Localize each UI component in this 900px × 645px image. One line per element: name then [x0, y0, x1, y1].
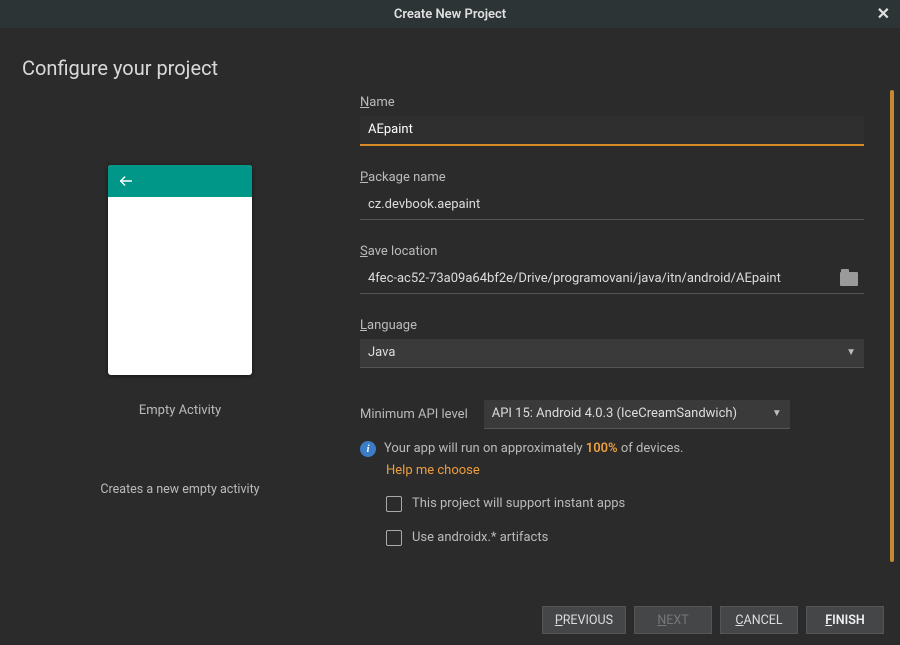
chevron-down-icon: ▼	[846, 347, 856, 358]
form-panel: Name AEpaint Package name cz.devbook.aep…	[360, 90, 900, 595]
language-select[interactable]: Java ▼	[360, 339, 864, 368]
window-title: Create New Project	[394, 7, 506, 22]
info-icon: i	[360, 441, 376, 457]
androidx-checkbox[interactable]	[386, 530, 402, 546]
preview-panel: Empty Activity Creates a new empty activ…	[0, 90, 360, 595]
instant-apps-checkbox[interactable]	[386, 496, 402, 512]
language-value: Java	[368, 345, 395, 360]
save-location-label: Save location	[360, 244, 864, 259]
cancel-button[interactable]: CANCEL	[720, 606, 798, 634]
previous-button[interactable]: PREVIOUS	[542, 606, 626, 634]
api-level-select[interactable]: API 15: Android 4.0.3 (IceCreamSandwich)…	[484, 400, 790, 429]
page-title: Configure your project	[0, 28, 900, 90]
phone-preview	[108, 165, 252, 375]
package-label: Package name	[360, 170, 864, 185]
window-titlebar: Create New Project ✕	[0, 0, 900, 28]
button-bar: PREVIOUS NEXT CANCEL FINISH	[0, 595, 900, 645]
preview-description: Creates a new empty activity	[100, 482, 259, 497]
phone-appbar	[108, 165, 252, 197]
help-me-choose-link[interactable]: Help me choose	[386, 463, 864, 478]
finish-button[interactable]: FINISH	[806, 606, 884, 634]
preview-title: Empty Activity	[139, 403, 221, 418]
package-input[interactable]: cz.devbook.aepaint	[360, 191, 864, 220]
api-level-value: API 15: Android 4.0.3 (IceCreamSandwich)	[492, 406, 737, 421]
api-info-text: Your app will run on approximately 100% …	[384, 439, 683, 459]
folder-icon[interactable]	[840, 272, 858, 286]
next-button: NEXT	[634, 606, 712, 634]
name-label: Name	[360, 95, 864, 110]
api-level-label: Minimum API level	[360, 407, 468, 422]
instant-apps-label: This project will support instant apps	[412, 496, 625, 511]
close-icon[interactable]: ✕	[877, 6, 890, 22]
name-input[interactable]: AEpaint	[360, 116, 864, 146]
back-arrow-icon	[118, 173, 134, 189]
save-location-input[interactable]: 4fec-ac52-73a09a64bf2e/Drive/programovan…	[360, 265, 840, 293]
chevron-down-icon: ▼	[772, 408, 782, 419]
scrollbar[interactable]	[890, 90, 894, 562]
language-label: Language	[360, 318, 864, 333]
androidx-label: Use androidx.* artifacts	[412, 530, 548, 545]
